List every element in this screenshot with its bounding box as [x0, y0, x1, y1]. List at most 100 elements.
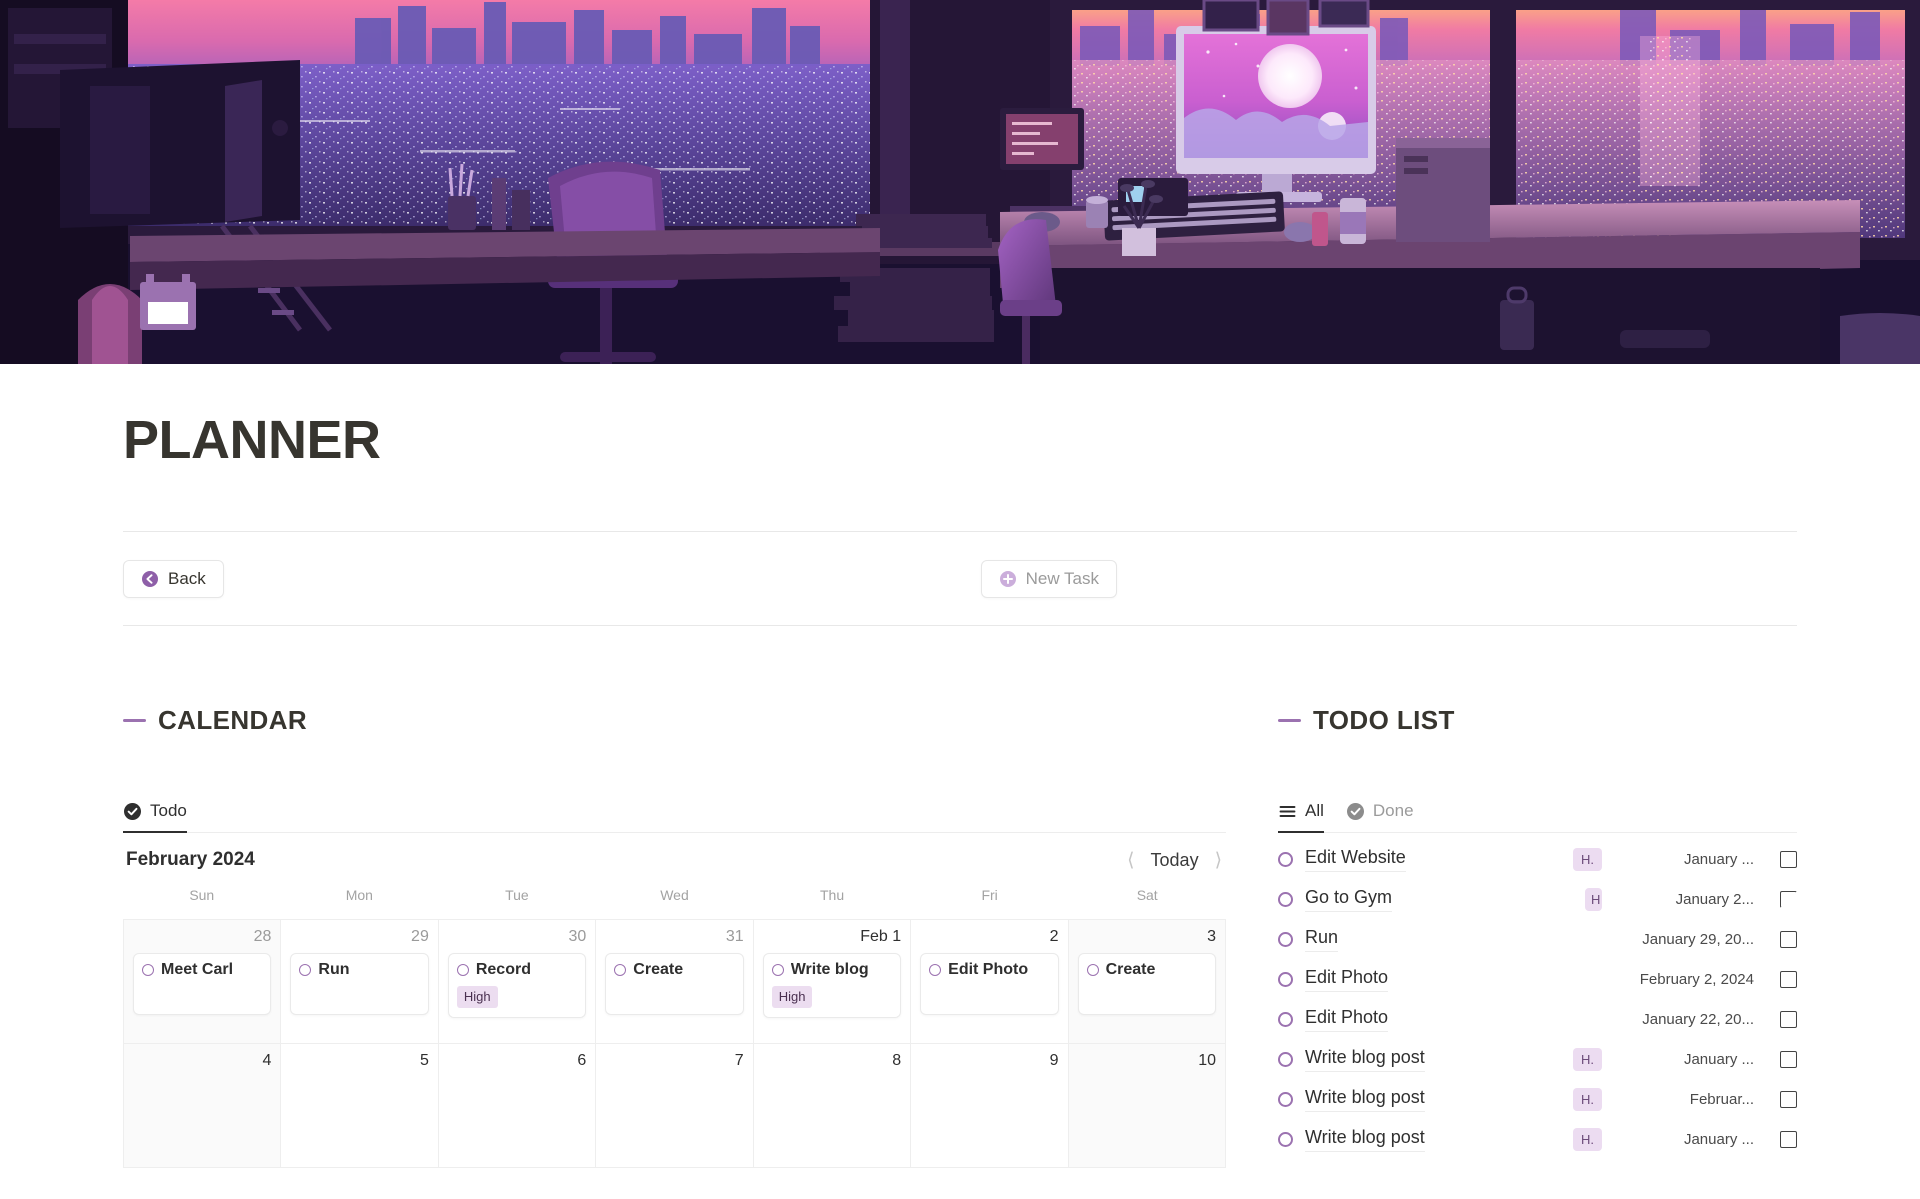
today-button[interactable]: Today [1151, 850, 1199, 871]
weekday-label: Sat [1136, 887, 1158, 904]
calendar-day-number: 29 [411, 928, 429, 946]
tab-todo-label: Todo [150, 801, 187, 821]
calendar-day-number: 6 [577, 1052, 587, 1070]
todo-status-circle-icon[interactable] [1278, 1091, 1293, 1107]
chevron-left-icon[interactable]: ⟨ [1127, 850, 1134, 870]
weekday-label: Thu [820, 887, 845, 904]
calendar-day-cell[interactable]: 31 Create [596, 920, 754, 1045]
todo-row[interactable]: Edit Website H. January ... [1278, 839, 1797, 879]
calendar-day-cell[interactable]: 28 Meet Carl [124, 920, 282, 1045]
calendar-day-cell[interactable]: 2 Edit Photo [911, 920, 1069, 1045]
main-columns: CALENDAR Todo February 2024 ⟨ Today ⟩ Su… [123, 626, 1797, 1169]
calendar-day-cell[interactable]: 9 [911, 1044, 1069, 1169]
todo-done-checkbox[interactable] [1780, 850, 1797, 868]
calendar-event-header: Create [1086, 961, 1207, 979]
todo-status-circle-icon[interactable] [1278, 851, 1293, 867]
todo-due-date: February 2, 2024 [1639, 970, 1754, 988]
calendar-event-header: Write blog [771, 961, 892, 979]
todo-priority-badge: H. [1573, 1047, 1602, 1072]
todo-row[interactable]: Edit Photo January 22, 20... [1278, 999, 1797, 1039]
check-circle-icon [1346, 802, 1365, 821]
tab-all[interactable]: All [1278, 801, 1324, 834]
new-task-button[interactable]: New Task [980, 559, 1117, 598]
calendar-event-card[interactable]: Write blog High [762, 952, 902, 1018]
todo-status-circle-icon[interactable] [1278, 1011, 1293, 1027]
calendar-day-cell[interactable]: 4 [124, 1044, 282, 1169]
calendar-day-number: 28 [253, 928, 272, 946]
calendar-day-number: 30 [568, 928, 587, 946]
calendar-toolbar: February 2024 ⟨ Today ⟩ [123, 833, 1226, 887]
calendar-day-cell[interactable]: 3 Create [1068, 920, 1226, 1045]
calendar-day-cell[interactable]: 6 [438, 1044, 597, 1169]
todo-status-circle-icon[interactable] [1278, 1051, 1293, 1067]
event-status-circle-icon[interactable] [929, 963, 942, 976]
todo-row[interactable]: Run January 29, 20... [1278, 919, 1797, 959]
check-circle-icon [123, 802, 142, 821]
event-status-circle-icon[interactable] [1086, 963, 1099, 976]
todo-status-circle-icon[interactable] [1278, 1131, 1293, 1147]
calendar-day-number: 7 [734, 1052, 744, 1070]
todo-due-date: January 2... [1675, 890, 1754, 908]
tab-done[interactable]: Done [1346, 801, 1414, 833]
event-status-circle-icon[interactable] [299, 963, 312, 976]
todo-row[interactable]: Go to Gym H January 2... [1278, 879, 1797, 919]
todo-row[interactable]: Write blog post H. January ... [1278, 1039, 1797, 1079]
todo-done-checkbox[interactable] [1780, 1010, 1797, 1028]
todo-item-name[interactable]: Write blog post [1305, 1127, 1425, 1152]
todo-item-name[interactable]: Run [1305, 927, 1339, 952]
tab-all-label: All [1305, 801, 1324, 821]
calendar-day-number: 3 [1207, 928, 1216, 946]
calendar-day-cell[interactable]: 10 [1068, 1044, 1226, 1169]
chevron-right-icon[interactable]: ⟩ [1215, 850, 1222, 870]
todo-done-checkbox[interactable] [1780, 1090, 1797, 1108]
calendar-event-card[interactable]: Meet Carl [133, 952, 272, 1015]
event-status-circle-icon[interactable] [456, 963, 469, 976]
todo-status-circle-icon[interactable] [1278, 931, 1293, 947]
todo-item-name[interactable]: Go to Gym [1305, 887, 1393, 912]
calendar-event-title: Create [633, 960, 684, 978]
event-status-circle-icon[interactable] [142, 963, 154, 976]
calendar-day-cell[interactable]: 5 [281, 1044, 439, 1169]
calendar-event-card[interactable]: Edit Photo [920, 952, 1059, 1015]
todo-done-checkbox[interactable] [1780, 890, 1797, 908]
calendar-event-card[interactable]: Run [290, 952, 429, 1015]
calendar-day-cell[interactable]: 30 Record High [438, 920, 597, 1045]
todo-item-name[interactable]: Edit Photo [1305, 1007, 1389, 1032]
todo-done-checkbox[interactable] [1780, 930, 1797, 948]
calendar-tabs: Todo [123, 791, 1226, 834]
calendar-month-label: February 2024 [126, 849, 255, 871]
back-button[interactable]: Back [123, 559, 224, 598]
calendar-day-number: 2 [1049, 928, 1059, 946]
todo-done-checkbox[interactable] [1780, 1130, 1797, 1148]
todo-list: Edit Website H. January ... Go to Gym H Janua… [1278, 833, 1797, 1159]
calendar-event-card[interactable]: Create [605, 952, 744, 1015]
event-status-circle-icon[interactable] [614, 963, 627, 976]
todo-status-circle-icon[interactable] [1278, 891, 1293, 907]
todo-row[interactable]: Write blog post H. January ... [1278, 1119, 1797, 1159]
calendar-event-header: Create [614, 961, 734, 979]
calendar-day-number: Feb 1 [860, 928, 902, 946]
todo-column: TODO LIST All Done Edit Website H. Janua… [1278, 705, 1797, 1168]
calendar-day-cell[interactable]: 29 Run [281, 920, 439, 1045]
calendar-day-cell[interactable]: Feb 1 Write blog High [753, 920, 912, 1045]
todo-priority-badge: H. [1573, 1087, 1602, 1112]
calendar-event-card[interactable]: Create [1077, 952, 1216, 1015]
todo-done-checkbox[interactable] [1780, 970, 1797, 988]
todo-item-name[interactable]: Edit Website [1305, 847, 1406, 872]
event-status-circle-icon[interactable] [771, 963, 784, 976]
todo-done-checkbox[interactable] [1780, 1050, 1797, 1068]
tab-todo[interactable]: Todo [123, 801, 187, 834]
todo-status-circle-icon[interactable] [1278, 971, 1293, 987]
calendar-event-card[interactable]: Record High [447, 952, 587, 1018]
todo-item-name[interactable]: Write blog post [1305, 1087, 1425, 1112]
todo-section-header: TODO LIST [1278, 705, 1797, 736]
calendar-day-cell[interactable]: 8 [753, 1044, 912, 1169]
calendar-day-cell[interactable]: 7 [596, 1044, 754, 1169]
todo-row[interactable]: Edit Photo February 2, 2024 [1278, 959, 1797, 999]
todo-item-name[interactable]: Write blog post [1305, 1047, 1425, 1072]
calendar-section-title: CALENDAR [158, 705, 308, 736]
todo-item-name[interactable]: Edit Photo [1305, 967, 1389, 992]
todo-row[interactable]: Write blog post H. Februar... [1278, 1079, 1797, 1119]
section-dash-icon [1278, 719, 1301, 723]
back-button-label: Back [168, 568, 206, 588]
